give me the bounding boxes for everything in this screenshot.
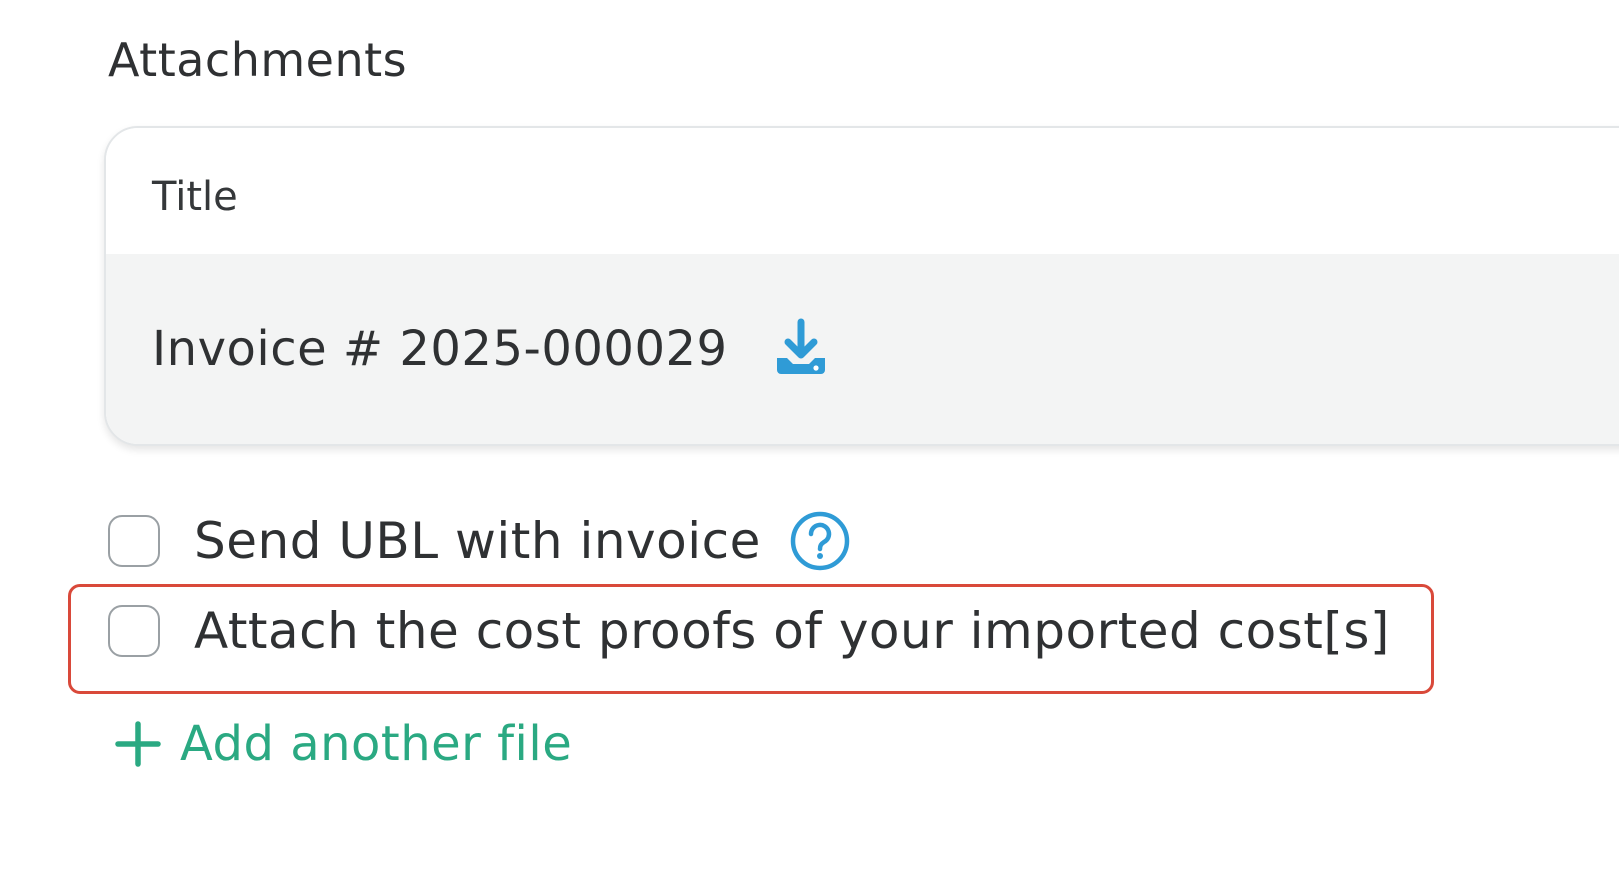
table-header: Title bbox=[106, 128, 1619, 254]
send-ubl-label[interactable]: Send UBL with invoice bbox=[194, 512, 761, 570]
plus-icon bbox=[114, 720, 162, 768]
question-circle-icon[interactable] bbox=[789, 510, 851, 572]
send-ubl-option[interactable]: Send UBL with invoice bbox=[108, 510, 851, 572]
add-another-file-label[interactable]: Add another file bbox=[180, 716, 572, 772]
attach-cost-proofs-label[interactable]: Attach the cost proofs of your imported … bbox=[194, 602, 1390, 660]
attachments-table: Title Invoice # 2025-000029 bbox=[104, 126, 1619, 446]
section-title: Attachments bbox=[108, 33, 408, 87]
table-row: Invoice # 2025-000029 bbox=[106, 254, 1619, 444]
attach-cost-proofs-checkbox[interactable] bbox=[108, 605, 160, 657]
attach-cost-proofs-option[interactable]: Attach the cost proofs of your imported … bbox=[108, 602, 1390, 660]
download-icon[interactable] bbox=[770, 318, 832, 380]
column-header-title: Title bbox=[152, 174, 238, 220]
attachments-panel: Attachments Title Invoice # 2025-000029 … bbox=[0, 0, 1619, 872]
attachment-file-name[interactable]: Invoice # 2025-000029 bbox=[152, 321, 728, 377]
send-ubl-checkbox[interactable] bbox=[108, 515, 160, 567]
add-another-file-link[interactable]: Add another file bbox=[114, 716, 572, 772]
